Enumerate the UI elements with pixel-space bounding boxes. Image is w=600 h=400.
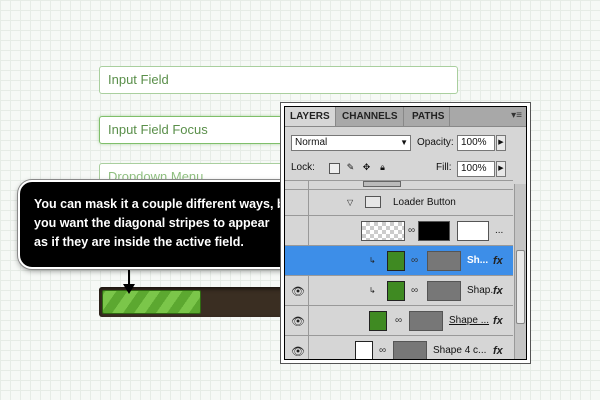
fill-label: Fill: [436,162,452,173]
layers-list: ▽ Loader Button ∞ ... ↳ ∞ Sh... fx 👁︎ ↳ [285,180,526,359]
tab-channels[interactable]: CHANNELS [337,107,404,126]
fx-icon[interactable]: fx [493,306,503,336]
chevron-down-icon: ▼ [400,138,408,147]
folder-icon [365,196,381,208]
fill-color-thumb [355,341,373,359]
layer-group-loader-button[interactable]: ▽ Loader Button [285,189,513,215]
visibility-column [285,181,309,189]
lock-all-icon[interactable]: 🔒︎ [377,163,388,174]
lock-row: Lock: ✎ ✥ 🔒︎ Fill: 100% ▶ [291,160,522,178]
lock-label: Lock: [291,162,315,173]
layer-name-selected: Sh... [467,255,489,266]
layer-row-selected[interactable]: ↳ ∞ Sh... fx [285,245,513,275]
layer-name-shape-4-copy: Shape 4 c... [433,345,487,356]
opacity-label: Opacity: [417,137,454,148]
visibility-column [285,246,309,275]
visibility-column: 👁︎ [285,336,309,359]
mask-thumb-white [457,221,489,241]
group-name: Loader Button [393,197,456,208]
fx-icon[interactable]: fx [493,246,503,276]
tab-paths[interactable]: PATHS [407,107,451,126]
fill-color-thumb [387,281,405,301]
arrow-down-head [123,284,135,294]
panel-menu-icon[interactable]: ▾≡ [511,110,522,121]
fx-icon[interactable]: fx [493,336,503,359]
fx-icon[interactable]: fx [493,276,503,306]
opacity-field[interactable]: 100% [457,135,495,151]
fill-field[interactable]: 100% [457,161,495,177]
vector-mask-thumb [427,251,461,271]
eye-icon[interactable]: 👁︎ [291,345,305,358]
layer-row-shape-4-copy[interactable]: 👁︎ ∞ Shape 4 c... fx [285,335,513,359]
vector-mask-thumb [393,341,427,359]
scrollbar-thumb[interactable] [516,250,525,324]
lock-transparency-icon[interactable] [329,163,340,174]
panel-tabs: LAYERS CHANNELS PATHS ▾≡ [285,107,526,127]
layer-row-shape-3[interactable]: 👁︎ ∞ Shape ... fx [285,305,513,335]
clip-arrow-icon: ↳ [369,286,376,295]
fill-color-thumb [369,311,387,331]
fill-arrow-icon[interactable]: ▶ [496,161,506,177]
layer-row-partial[interactable] [285,180,513,189]
layer-row-mask[interactable]: ∞ ... [285,215,513,245]
link-icon: ∞ [395,315,403,326]
layer-name-shape-3: Shape ... [449,315,490,326]
opacity-arrow-icon[interactable]: ▶ [496,135,506,151]
layers-scrollbar[interactable] [514,184,526,359]
vector-mask-thumb [427,281,461,301]
link-icon: ∞ [411,255,419,266]
layer-name-mask: ... [495,225,504,236]
eye-icon[interactable]: 👁︎ [291,285,305,298]
layer-thumb-transparent [361,221,405,241]
tab-layers[interactable]: LAYERS [285,107,336,126]
blend-row: Normal ▼ Opacity: 100% ▶ [291,133,522,151]
visibility-column: 👁︎ [285,306,309,335]
lock-brush-icon[interactable]: ✎ [345,163,356,174]
link-icon: ∞ [411,285,419,296]
visibility-column: 👁︎ [285,276,309,305]
link-icon: ∞ [408,225,416,236]
blend-mode-value: Normal [295,137,328,148]
clip-arrow-icon: ↳ [369,256,376,265]
lock-move-icon[interactable]: ✥ [361,163,372,174]
layers-panel: LAYERS CHANNELS PATHS ▾≡ Normal ▼ Opacit… [284,106,527,360]
blend-mode-select[interactable]: Normal ▼ [291,135,411,151]
visibility-column [285,216,309,245]
vector-mask-thumb [409,311,443,331]
layer-row-shape-2[interactable]: 👁︎ ↳ ∞ Shap... fx [285,275,513,305]
visibility-column [285,190,309,215]
link-icon: ∞ [379,345,387,356]
eye-icon[interactable]: 👁︎ [291,315,305,328]
mask-thumb-black [418,221,450,241]
expand-triangle-icon[interactable]: ▽ [347,190,353,216]
fill-color-thumb [387,251,405,271]
layer-thumb-partial [363,181,401,187]
